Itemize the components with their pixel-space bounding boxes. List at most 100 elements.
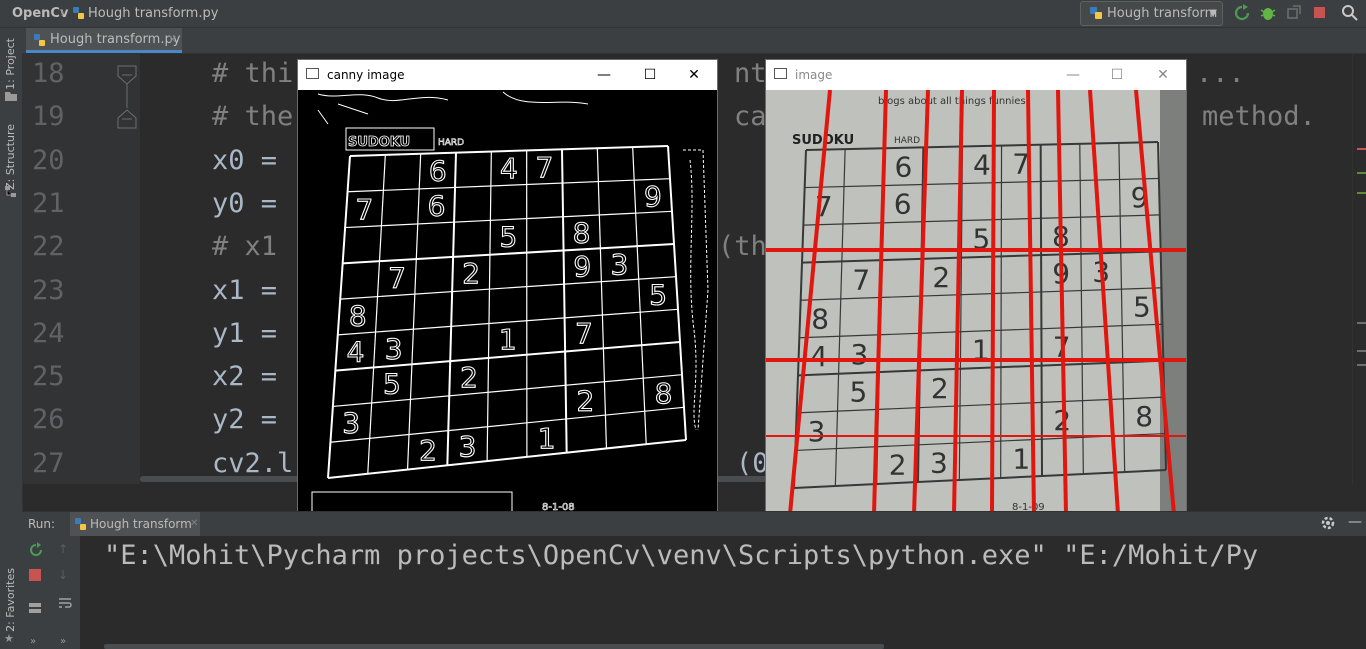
code-line[interactable]: x0 = [212,145,277,176]
coverage-icon[interactable] [1285,4,1303,22]
editor-gutter: 18 19 20 21 22 23 24 25 26 27 [22,54,140,484]
code-line[interactable]: y0 = [212,188,277,219]
close-tab-icon[interactable]: ✕ [190,512,198,536]
line-number: 27 [32,447,65,479]
canny-window-titlebar[interactable]: canny image — ☐ ✕ [298,60,717,90]
breadcrumb-file[interactable]: Hough transform.py [88,0,218,27]
error-stripe [1352,54,1366,484]
sudoku-level: HARD [438,138,464,148]
arrow-down-icon[interactable]: ↓ [58,568,68,582]
sudoku-digit: 3 [342,406,360,439]
sudoku-digit: 3 [930,446,948,479]
soft-wrap-icon[interactable] [58,596,72,610]
hough-lines-image: SUDOKU HARD blogs about all things funnies… [766,90,1186,514]
sudoku-digit: 2 [932,261,950,294]
code-line[interactable]: y2 = [212,404,277,435]
image-window-titlebar[interactable]: image — ☐ ✕ [766,60,1186,90]
run-panel-toolbar: ↑ ↓ » » [22,536,81,649]
run-configuration-label: Hough transform [1107,6,1218,21]
sudoku-digit: 8 [349,300,367,333]
sudoku-digit: 5 [649,278,667,311]
rerun-icon[interactable] [1233,4,1251,22]
python-file-icon [74,517,87,531]
sudoku-digit: 2 [460,361,478,394]
run-console[interactable]: "E:\Mohit\Pycharm projects\OpenCv\venv\S… [80,536,1366,649]
close-button[interactable]: ✕ [1140,60,1186,90]
code-line[interactable]: # thi [212,58,293,89]
tool-window-structure[interactable]: Z: Structure [4,124,17,190]
sudoku-digit: 2 [462,257,480,290]
sudoku-digit: 1 [499,323,517,356]
sudoku-digit: 4 [973,149,991,182]
more-icon[interactable]: » [60,636,66,647]
canny-image: SUDOKU HARD 6 4 7 7 6 9 5 8 7 2 9 3 8 5 4 3 1 7 5 2 3 2 8 2 3 1 8-1-… [298,90,717,514]
line-number: 24 [32,317,65,349]
maximize-button[interactable]: ☐ [1094,60,1140,90]
sudoku-digit: 3 [850,338,868,371]
sudoku-digit: 6 [894,188,912,221]
code-line-fragment: (0 [736,447,769,479]
code-line[interactable]: y1 = [212,318,277,349]
code-line[interactable]: x2 = [212,361,277,392]
sudoku-digit: 7 [355,193,373,226]
arrow-up-icon[interactable]: ↑ [58,542,68,556]
run-panel-header: Run: Hough transform ✕ — [22,511,1366,537]
run-configuration-dropdown[interactable]: Hough transform ▼ [1080,1,1223,26]
sudoku-digit: 6 [428,190,446,223]
search-icon[interactable] [1341,4,1359,22]
code-line-fragment: ca [734,101,767,133]
console-horizontal-scrollbar[interactable] [104,644,884,649]
sudoku-digit: 5 [849,376,867,409]
code-line[interactable]: cv2.l [212,448,293,479]
sudoku-digit: 2 [931,372,949,405]
sudoku-digit: 9 [644,180,662,213]
line-number: 18 [32,58,65,89]
breadcrumb-separator-icon: › [60,6,66,21]
line-number: 20 [32,144,65,176]
python-file-icon [33,33,46,47]
code-line[interactable]: # the [212,101,293,132]
fold-markers[interactable] [116,62,138,132]
hide-panel-icon[interactable]: — [1348,514,1362,530]
code-line-fragment: (th [718,231,767,263]
maximize-button[interactable]: ☐ [627,60,673,90]
sudoku-digit: 5 [500,221,518,254]
sudoku-digit: 9 [573,250,591,283]
window-app-icon [774,68,787,79]
stop-icon[interactable] [1311,4,1329,22]
line-number: 25 [32,361,65,393]
tab-hough-transform[interactable]: Hough transform.py ✕ [26,28,182,53]
python-file-icon [72,6,85,20]
sudoku-digit: 3 [385,332,403,365]
line-number: 26 [32,404,65,436]
sudoku-digit: 7 [388,262,406,295]
sudoku-digit: 6 [895,150,913,183]
tool-window-favorites[interactable]: 2: Favorites [4,568,17,632]
more-icon[interactable]: » [30,636,36,647]
gear-icon[interactable] [1320,515,1336,531]
sudoku-digit: 2 [419,434,437,467]
minimize-button[interactable]: — [1050,60,1096,90]
canny-image-window[interactable]: canny image — ☐ ✕ SUDOKU HARD 6 4 7 7 6 9 5 8 7 2 9 3… [298,60,717,514]
line-number: 23 [32,274,65,306]
code-line[interactable]: x1 = [212,275,277,306]
code-line[interactable]: # x1 [212,231,277,262]
sudoku-digit: 8 [655,377,673,410]
console-output: "E:\Mohit\Pycharm projects\OpenCv\venv\S… [104,540,1259,571]
stop-icon[interactable] [29,569,41,581]
image-window[interactable]: image — ☐ ✕ SUDOKU HARD blogs about all th… [766,60,1186,514]
close-button[interactable]: ✕ [671,60,717,90]
tool-window-project[interactable]: 1: Project [4,38,17,90]
run-tab-hough-transform[interactable]: Hough transform ✕ [70,512,200,536]
close-tab-icon[interactable]: ✕ [168,28,177,52]
layout-icon[interactable] [28,602,42,614]
hough-line [990,90,996,514]
sudoku-digit: 3 [610,248,628,281]
sudoku-digit: 7 [575,317,593,350]
structure-icon [5,186,17,198]
rerun-icon[interactable] [28,542,44,558]
sudoku-digit: 4 [810,340,828,373]
editor-tab-bar: Hough transform.py ✕ [22,28,1366,54]
debug-icon[interactable] [1259,4,1277,22]
minimize-button[interactable]: — [581,60,627,90]
